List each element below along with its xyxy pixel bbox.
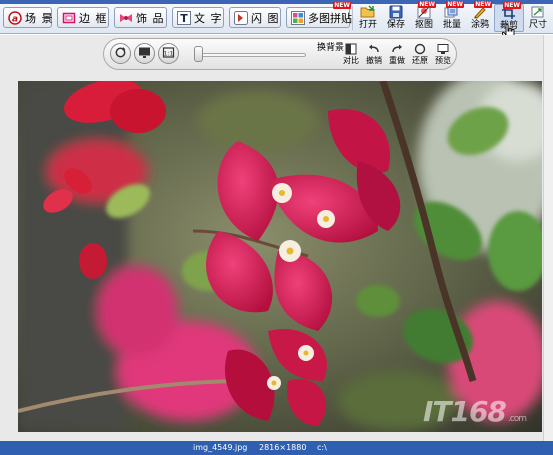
crop-new-badge: NEW <box>503 2 521 9</box>
status-bar: img_4549.jpg 2816×1880 c:\ <box>0 441 553 455</box>
open-button[interactable]: 打开 <box>353 4 383 32</box>
flash-label: 闪 图 <box>251 11 280 25</box>
cutout-icon: NEW <box>416 1 436 19</box>
batch-label: 批量 <box>442 20 461 30</box>
view-toolbar: 1:1 换背景 对比 撤销 重做 还原 预览 <box>103 38 457 70</box>
resize-icon <box>530 5 546 19</box>
photo-canvas[interactable]: IT168 .com <box>18 81 542 432</box>
undo-label: 撤销 <box>366 56 382 65</box>
decoration-icon <box>119 11 133 25</box>
undo-icon <box>368 43 380 55</box>
svg-text:T: T <box>180 12 188 25</box>
restore-button[interactable]: 还原 <box>409 42 431 68</box>
text-label: 文 字 <box>194 11 223 25</box>
text-button[interactable]: T 文 字 <box>172 7 224 28</box>
decoration-label: 饰 品 <box>136 11 165 25</box>
fit-screen-button[interactable] <box>134 43 155 64</box>
decoration-button[interactable]: 饰 品 <box>114 7 167 28</box>
batch-icon: NEW <box>444 1 464 19</box>
preview-button[interactable]: 预览 <box>432 42 454 68</box>
compare-label: 对比 <box>343 56 359 65</box>
change-background-label: 换背景 <box>317 43 345 53</box>
watermark-suffix: .com <box>507 414 527 424</box>
frame-icon <box>62 11 76 25</box>
zoom-slider-thumb[interactable] <box>194 46 203 62</box>
actual-size-button[interactable]: 1:1 <box>158 43 179 64</box>
rotate-icon <box>114 46 127 62</box>
compare-icon <box>345 43 357 55</box>
svg-text:1:1: 1:1 <box>164 50 174 57</box>
collage-icon <box>291 10 305 25</box>
redo-button[interactable]: 重做 <box>386 42 408 68</box>
cutout-button[interactable]: NEW 抠图 <box>409 1 439 32</box>
batch-button[interactable]: NEW 批量 <box>437 1 467 32</box>
preview-label: 预览 <box>435 56 451 65</box>
redo-icon <box>391 43 403 55</box>
frame-label: 边 框 <box>79 11 108 25</box>
collage-label: 多图拼贴 <box>308 11 352 25</box>
main-toolbar: a 场 景 边 框 饰 品 T 文 字 闪 图 多图拼贴 NEW 打开 保存 N… <box>0 0 553 41</box>
flash-button[interactable]: 闪 图 <box>229 7 281 28</box>
crop-icon: NEW <box>501 2 521 20</box>
cutout-new-badge: NEW <box>418 1 436 8</box>
vertical-scrollbar[interactable] <box>543 35 553 441</box>
collage-button[interactable]: 多图拼贴 NEW <box>286 2 352 28</box>
status-path: c:\ <box>317 443 327 452</box>
scene-icon: a <box>8 10 22 25</box>
doodle-icon: NEW <box>472 1 492 19</box>
scene-label: 场 景 <box>25 11 54 25</box>
actual-size-icon: 1:1 <box>162 46 175 62</box>
restore-label: 还原 <box>412 56 428 65</box>
undo-button[interactable]: 撤销 <box>363 42 385 68</box>
preview-icon <box>437 43 449 55</box>
watermark-text: IT168 <box>422 395 507 428</box>
svg-text:a: a <box>12 14 18 24</box>
save-button[interactable]: 保存 <box>381 4 411 32</box>
zoom-slider-track[interactable] <box>194 53 306 57</box>
rotate-button[interactable] <box>110 43 131 64</box>
batch-new-badge: NEW <box>446 1 464 8</box>
save-label: 保存 <box>386 20 405 30</box>
new-badge: NEW <box>333 2 351 9</box>
watermark: IT168 .com <box>422 395 527 428</box>
resize-button[interactable]: 尺寸 <box>523 4 553 32</box>
resize-label: 尺寸 <box>528 20 547 30</box>
doodle-label: 涂鸦 <box>470 20 489 30</box>
bougainvillea-photo <box>18 81 542 432</box>
scene-button[interactable]: a 场 景 <box>3 7 54 28</box>
flash-icon <box>234 10 248 25</box>
cutout-label: 抠图 <box>414 20 433 30</box>
doodle-new-badge: NEW <box>474 1 492 8</box>
frame-button[interactable]: 边 框 <box>57 7 109 28</box>
status-dimensions: 2816×1880 <box>259 443 307 452</box>
redo-label: 重做 <box>389 56 405 65</box>
compare-button[interactable]: 对比 <box>340 42 362 68</box>
change-background-button[interactable]: 换背景 <box>317 42 345 68</box>
open-label: 打开 <box>358 20 377 30</box>
restore-icon <box>414 43 426 55</box>
status-filename: img_4549.jpg <box>193 443 248 452</box>
doodle-button[interactable]: NEW 涂鸦 <box>465 1 495 32</box>
text-icon: T <box>177 10 191 25</box>
open-folder-icon <box>360 5 376 19</box>
monitor-icon <box>138 46 151 62</box>
save-icon <box>388 5 404 19</box>
